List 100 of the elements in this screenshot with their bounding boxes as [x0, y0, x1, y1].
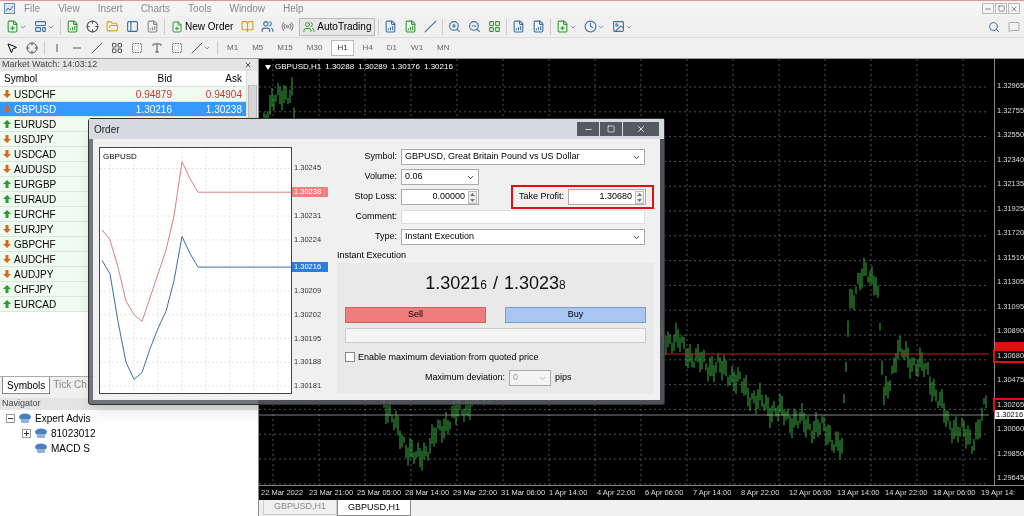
chart-file-icon — [384, 20, 398, 33]
bid-quote: 1.30216 — [425, 271, 487, 295]
quote-separator: / — [493, 271, 498, 295]
tree-item[interactable]: 81023012 — [51, 426, 96, 441]
timeframe-button[interactable]: H4 — [357, 40, 378, 56]
field-label: Volume: — [363, 170, 397, 184]
field-label: Take Profit: — [518, 190, 564, 204]
timeframe-button[interactable]: M5 — [247, 40, 269, 56]
line-icon — [91, 42, 103, 54]
close-button[interactable] — [1008, 3, 1020, 14]
symbol-name: GBPUSD — [14, 102, 57, 117]
crosshair-icon — [26, 42, 38, 54]
sell-button[interactable]: Sell — [345, 306, 486, 323]
ask-quote: 1.30238 — [504, 271, 566, 295]
symbol-name: EURGBP — [14, 177, 57, 192]
bid-price: 0.94879 — [134, 87, 173, 102]
symbol-name: AUDCHF — [14, 252, 56, 267]
panel-tab[interactable]: Symbols — [2, 377, 51, 394]
chart-quote: 1.30176 — [391, 61, 420, 73]
column-header[interactable]: Bid — [106, 71, 176, 86]
caret-icon — [203, 44, 211, 52]
expand-icon[interactable] — [22, 429, 31, 438]
dashed-square-icon — [131, 42, 143, 54]
chart-file-icon — [532, 20, 546, 33]
panel-title: Navigator — [2, 397, 41, 411]
volume-select[interactable]: 0.06 — [401, 169, 479, 185]
symbol-name: CHFJPY — [14, 282, 53, 297]
symbol-select[interactable]: GBPUSD, Great Britain Pound vs US Dollar — [401, 149, 645, 165]
layout-icon — [34, 20, 47, 33]
chart-file-icon — [512, 20, 526, 33]
comment-field[interactable] — [401, 210, 645, 224]
ask-price: 1.30238 — [204, 102, 243, 117]
checkbox[interactable] — [345, 352, 355, 363]
spinner-icon[interactable] — [468, 190, 477, 204]
ask-price: 0.94904 — [204, 87, 243, 102]
stop-loss-field[interactable]: 0.00000 — [401, 189, 479, 205]
crosshair-button[interactable] — [24, 39, 40, 57]
timeframe-button[interactable]: D1 — [381, 40, 403, 56]
file-plus-icon — [171, 20, 183, 33]
maximize-icon — [607, 125, 615, 133]
dashed-square-icon — [171, 42, 183, 54]
robot-icon — [18, 413, 32, 424]
field-label: Maximum deviation: — [425, 371, 506, 385]
file-plus-icon — [6, 20, 19, 33]
auto-trading-button[interactable]: AutoTrading — [299, 17, 376, 36]
robot-icon — [34, 443, 48, 454]
section-title: Instant Execution — [337, 249, 408, 262]
symbol-name: EURAUD — [14, 192, 57, 207]
search-icon[interactable] — [988, 20, 1000, 33]
close-icon[interactable] — [244, 61, 252, 69]
spinner-icon[interactable] — [635, 190, 644, 204]
symbol-name: EURCAD — [14, 297, 57, 312]
zoom-out-icon — [468, 20, 482, 33]
take-profit-field[interactable]: 1.30680 — [568, 189, 646, 205]
chart-file-icon — [66, 20, 79, 33]
unit-label: pips — [555, 371, 572, 385]
book-icon — [241, 20, 255, 33]
robot-icon — [34, 428, 48, 439]
tree-item[interactable]: Expert Advis — [35, 411, 91, 426]
users-icon — [261, 20, 275, 33]
line-icon — [191, 42, 203, 54]
column-header[interactable]: Symbol — [0, 71, 106, 86]
chart-title: GBPUSD,H1 — [275, 61, 322, 73]
chart-file-icon — [146, 20, 159, 33]
crosshair-button[interactable] — [84, 17, 101, 36]
app-icon — [4, 3, 15, 14]
timeframe-button[interactable]: H1 — [331, 40, 354, 56]
timeframe-button[interactable]: W1 — [406, 40, 429, 56]
timeframe-button[interactable]: M15 — [272, 40, 298, 56]
close-button[interactable] — [623, 122, 659, 136]
field-label: Symbol: — [363, 150, 397, 164]
timeframe-button[interactable]: M1 — [222, 40, 244, 56]
chart-quote: 1.30289 — [358, 61, 388, 73]
maximize-button[interactable] — [600, 122, 622, 136]
minimize-icon — [984, 5, 992, 13]
triangle-icon[interactable] — [265, 64, 271, 70]
new-order-button[interactable]: New Order — [168, 17, 237, 36]
symbol-name: USDCHF — [14, 87, 56, 102]
dialog-title: Order — [94, 122, 120, 137]
column-header[interactable]: Ask — [176, 71, 246, 86]
timeframe-button[interactable]: M30 — [301, 40, 328, 56]
symbol-name: AUDUSD — [14, 162, 57, 177]
collapse-icon[interactable] — [6, 414, 15, 423]
buy-button[interactable]: Buy — [505, 306, 646, 323]
field-label: Comment: — [354, 210, 397, 224]
checkbox-label: Enable maximum deviation from quoted price — [358, 350, 539, 364]
field-label: Stop Loss: — [353, 190, 397, 204]
type-select[interactable]: Instant Execution — [401, 229, 645, 245]
minimize-button[interactable] — [577, 122, 599, 136]
close-icon — [636, 124, 646, 134]
symbol-name: USDJPY — [14, 132, 54, 147]
timeframe-button[interactable]: MN — [432, 40, 455, 56]
tree-item[interactable]: MACD S — [51, 441, 90, 456]
symbol-row[interactable]: USDCHF 0.94879 0.94904 — [0, 87, 246, 102]
chart-tab[interactable]: GBPUSD,H1 — [337, 500, 412, 516]
restore-icon — [997, 5, 1005, 12]
symbol-name: EURUSD — [14, 117, 57, 132]
file-plus-icon — [556, 20, 570, 33]
symbol-name: AUDJPY — [14, 267, 54, 282]
bid-price: 1.30216 — [134, 102, 173, 117]
